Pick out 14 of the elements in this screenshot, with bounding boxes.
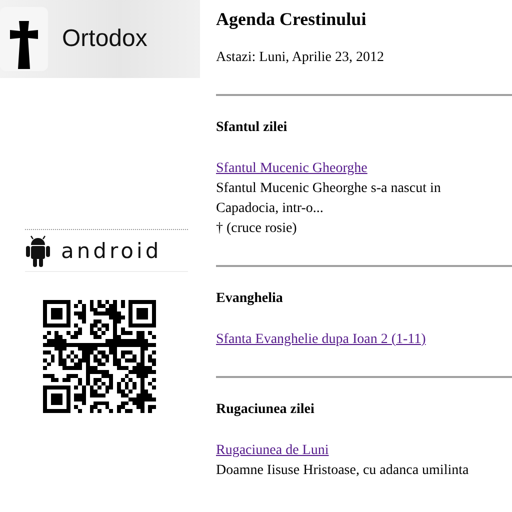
date-text: Astazi: Luni, Aprilie 23, 2012 xyxy=(216,49,385,67)
section-description: Sfantul Mucenic Gheorghe s-a nascut in Capadocia, intr-o... xyxy=(216,180,442,218)
logo-text: Ortodox xyxy=(62,25,148,53)
section-link[interactable]: Rugaciunea de Luni xyxy=(216,443,329,458)
section-note: † (cruce rosie) xyxy=(216,220,298,238)
section-description: Doamne Iisuse Hristoase, cu adanca umilinta xyxy=(216,462,470,480)
android-wordmark: android xyxy=(61,238,162,262)
section-link[interactable]: Sfantul Mucenic Gheorghe xyxy=(216,161,368,176)
section-heading: Sfantul zilei xyxy=(216,119,288,137)
section-heading: Rugaciunea zilei xyxy=(216,401,316,419)
page-title: Agenda Crestinului xyxy=(216,8,368,30)
section-link[interactable]: Sfanta Evanghelie dupa Ioan 2 (1-11) xyxy=(216,332,426,347)
android-robot-icon xyxy=(25,234,51,268)
section-heading: Evanghelia xyxy=(216,290,284,308)
